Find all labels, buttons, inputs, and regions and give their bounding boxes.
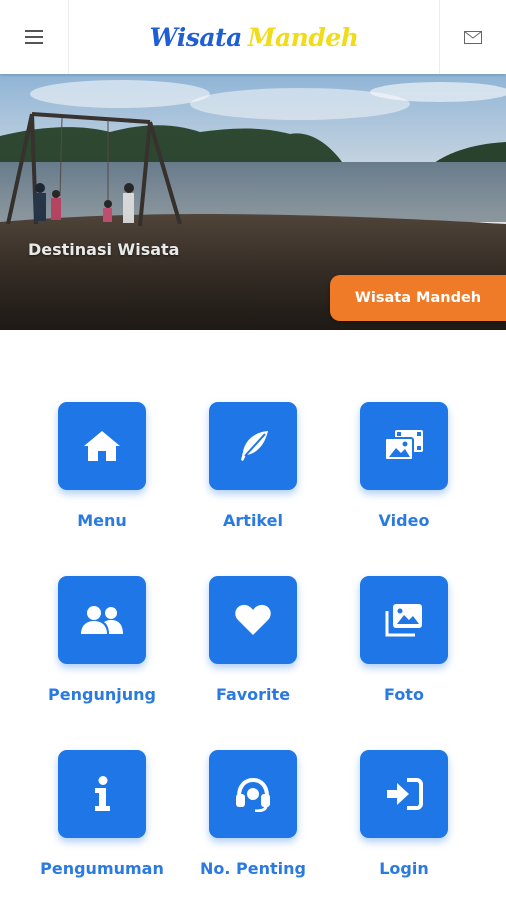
tile-favorite[interactable]: Favorite xyxy=(188,576,318,716)
photo-gallery-icon xyxy=(385,604,422,637)
headset-icon xyxy=(236,777,270,812)
tile-artikel[interactable]: Artikel xyxy=(188,402,318,542)
tile-pengunjung-box[interactable] xyxy=(58,576,146,664)
tile-favorite-label: Favorite xyxy=(215,685,291,704)
tile-video[interactable]: Video xyxy=(339,402,469,542)
tile-favorite-box[interactable] xyxy=(209,576,297,664)
heart-icon xyxy=(235,604,271,635)
tile-artikel-box[interactable] xyxy=(209,402,297,490)
tile-no-penting-label: No. Penting xyxy=(200,859,306,878)
hero-banner: Destinasi Wisata Wisata Mandeh xyxy=(0,74,506,330)
tile-artikel-label: Artikel xyxy=(223,511,283,530)
tile-foto-box[interactable] xyxy=(360,576,448,664)
users-icon xyxy=(81,606,123,634)
mail-button[interactable] xyxy=(439,0,506,74)
tile-video-label: Video xyxy=(378,511,430,530)
tile-pengumuman-label: Pengumuman xyxy=(40,859,164,878)
tile-no-penting-box[interactable] xyxy=(209,750,297,838)
tile-menu[interactable]: Menu xyxy=(37,402,167,542)
tile-login-label: Login xyxy=(379,859,429,878)
tile-menu-box[interactable] xyxy=(58,402,146,490)
login-icon xyxy=(387,778,423,810)
logo-text-wisata: Wisata xyxy=(149,22,243,52)
app-header: Wisata Mandeh xyxy=(0,0,506,74)
tile-video-box[interactable] xyxy=(360,402,448,490)
feather-icon xyxy=(241,431,268,461)
tile-pengunjung-label: Pengunjung xyxy=(48,685,156,704)
video-gallery-icon xyxy=(384,430,423,461)
tile-pengumuman-box[interactable] xyxy=(58,750,146,838)
tile-pengumuman[interactable]: Pengumuman xyxy=(37,750,167,890)
mail-icon xyxy=(464,30,482,44)
tile-login[interactable]: Login xyxy=(339,750,469,890)
tile-foto-label: Foto xyxy=(384,685,424,704)
tile-pengunjung[interactable]: Pengunjung xyxy=(37,576,167,716)
info-icon xyxy=(95,776,110,811)
hamburger-menu-button[interactable] xyxy=(0,0,69,74)
wisata-mandeh-button[interactable]: Wisata Mandeh xyxy=(330,275,506,321)
home-icon xyxy=(84,431,120,461)
logo-text-mandeh: Mandeh xyxy=(247,22,359,52)
tile-login-box[interactable] xyxy=(360,750,448,838)
hamburger-icon xyxy=(25,30,43,44)
app-logo: Wisata Mandeh xyxy=(70,0,438,74)
tile-menu-label: Menu xyxy=(77,511,127,530)
tile-no-penting[interactable]: No. Penting xyxy=(188,750,318,890)
hero-caption: Destinasi Wisata xyxy=(28,240,180,259)
tile-foto[interactable]: Foto xyxy=(339,576,469,716)
